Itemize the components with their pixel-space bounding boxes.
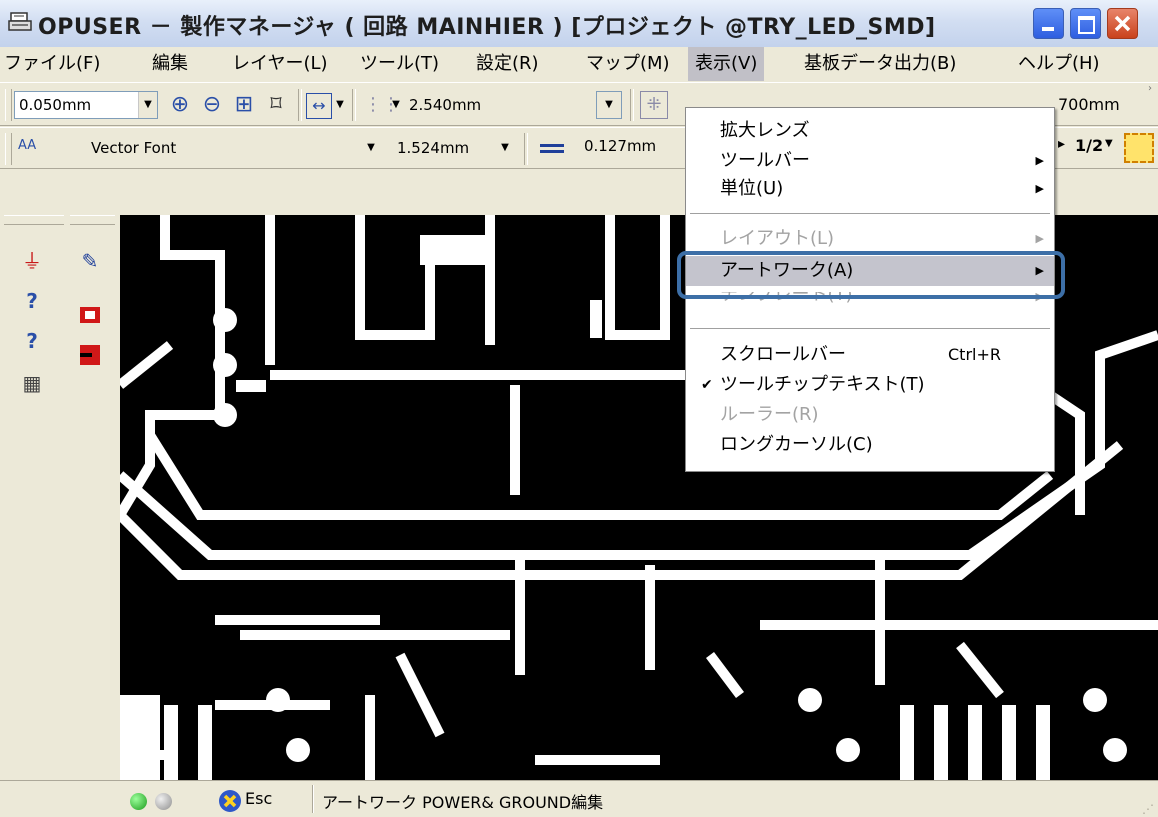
menu-item-label: スクロールバー [720, 344, 846, 365]
submenu-arrow-icon: ▶ [1035, 232, 1044, 245]
fit-icon[interactable]: ↔ [306, 93, 332, 119]
status-separator [312, 785, 314, 813]
menu-view[interactable]: 表示(V) [688, 47, 765, 81]
toolbar-grip[interactable] [5, 89, 12, 121]
window-title: OPUSER － 製作マネージャ ( 回路 MAINHIER ) [プロジェクト… [38, 15, 936, 40]
menu-item-label: レイアウト(L) [720, 228, 835, 249]
close-icon [1114, 15, 1131, 32]
menu-item-toolbar[interactable]: ツールバー ▶ [686, 146, 1054, 176]
zoom-area-icon[interactable]: ⌑ [262, 91, 290, 119]
menu-item-label: ルーラー(R) [720, 404, 819, 425]
font-combo-value: Vector Font [91, 139, 177, 157]
component-icon[interactable] [76, 301, 104, 329]
pad-icon[interactable] [76, 341, 104, 369]
minimize-button[interactable] [1033, 8, 1064, 39]
palette-grip[interactable] [70, 215, 115, 225]
led-green-icon [130, 793, 147, 810]
maximize-icon [1078, 16, 1095, 34]
toolbar-separator [630, 89, 634, 121]
select-area-icon[interactable] [1124, 133, 1154, 163]
menu-item-label: 拡大レンズ [720, 120, 810, 141]
menu-separator [690, 328, 1050, 330]
font-dropdown-icon[interactable]: ▼ [364, 134, 378, 162]
snap-combo[interactable]: 2.540mm [404, 91, 514, 119]
status-bar: Esc アートワーク POWER& GROUND編集 ⋰ [0, 780, 1158, 817]
grid-combo[interactable]: 0.050mm ▼ [14, 91, 158, 119]
zoom-in-icon[interactable]: ⊕ [166, 91, 194, 119]
text-size-value: 1.524mm [397, 139, 470, 157]
route-icon[interactable]: ⏚ [18, 247, 46, 275]
close-button[interactable] [1107, 8, 1138, 39]
fraction-value[interactable]: 1/2 [1075, 136, 1103, 155]
menu-item-label: ロングカーソル(C) [720, 434, 873, 455]
snap-combo-arrow[interactable]: ▼ [596, 91, 622, 119]
line-width-icon[interactable] [538, 134, 566, 162]
menu-tool[interactable]: ツール(T) [360, 47, 439, 81]
query-list-icon[interactable]: ? [18, 327, 46, 355]
toolbar-overflow-icon[interactable]: › [1148, 83, 1152, 94]
resize-grip-icon[interactable]: ⋰ [1142, 802, 1154, 816]
maximize-button[interactable] [1070, 8, 1101, 39]
menu-item-label: ツールバー [720, 150, 810, 171]
zoom-out-icon[interactable]: ⊖ [198, 91, 226, 119]
menu-item-unit[interactable]: 単位(U) ▶ [686, 174, 1054, 204]
menu-item-scrollbar[interactable]: スクロールバー Ctrl+R [686, 340, 1054, 370]
size-dropdown-icon[interactable]: ▼ [498, 134, 512, 162]
toolbar-separator [524, 133, 528, 165]
grid-dropdown-icon[interactable]: ▼ [390, 91, 402, 119]
font-combo[interactable]: Vector Font [86, 134, 388, 162]
menu-item-label: ツールチップテキスト(T) [720, 374, 925, 395]
tool-palette: ⏚ ? ? ▦ ✎ [0, 169, 120, 780]
toolbar-separator [352, 89, 356, 121]
zoom-window-icon[interactable]: ⊞ [230, 91, 258, 119]
led-gray-icon [155, 793, 172, 810]
menu-map[interactable]: マップ(M) [586, 47, 670, 81]
highlight-annotation [677, 251, 1065, 299]
app-printer-icon [8, 12, 32, 31]
fraction-dropdown-icon[interactable]: ▼ [1105, 138, 1113, 149]
grid-display-icon[interactable]: ⁜ [640, 91, 668, 119]
chevron-down-icon[interactable]: ▼ [138, 92, 157, 118]
chevron-down-icon[interactable]: ▼ [597, 92, 621, 118]
menu-item-magnifier[interactable]: 拡大レンズ [686, 116, 1054, 146]
grid-combo-value: 0.050mm [19, 96, 92, 114]
menu-item-tooltip-text[interactable]: ✔ ツールチップテキスト(T) [686, 370, 1054, 400]
font-icon: AA [18, 138, 37, 153]
menu-item-label: 単位(U) [720, 178, 784, 199]
right-value: 700mm [1058, 95, 1120, 114]
fit-dropdown-icon[interactable]: ▼ [334, 91, 346, 119]
toolbar-grip[interactable] [5, 133, 12, 165]
menu-item-long-cursor[interactable]: ロングカーソル(C) [686, 430, 1054, 460]
hatch-icon[interactable]: ▦ [18, 369, 46, 397]
menu-item-shortcut: Ctrl+R [948, 345, 1001, 364]
menu-item-layout[interactable]: レイアウト(L) ▶ [686, 224, 1054, 254]
grid-icon[interactable]: ⋮⋮ [364, 91, 400, 119]
snap-combo-value: 2.540mm [409, 96, 482, 114]
line-width-value: 0.127mm [584, 137, 657, 155]
menu-file[interactable]: ファイル(F) [4, 47, 100, 81]
palette-grip[interactable] [4, 215, 64, 225]
pen-icon[interactable]: ✎ [76, 247, 104, 275]
submenu-arrow-icon: ▶ [1035, 182, 1044, 195]
checkmark-icon: ✔ [701, 377, 713, 393]
esc-label[interactable]: Esc [245, 789, 272, 808]
menu-board-output[interactable]: 基板データ出力(B) [804, 47, 956, 81]
title-bar[interactable]: OPUSER － 製作マネージャ ( 回路 MAINHIER ) [プロジェクト… [0, 0, 1158, 48]
menu-edit[interactable]: 編集 [152, 47, 188, 81]
menu-separator [690, 213, 1050, 215]
minimize-icon [1042, 27, 1054, 31]
status-message: アートワーク POWER& GROUND編集 [322, 793, 604, 812]
submenu-arrow-hint: ▸ [1058, 136, 1066, 152]
menu-help[interactable]: ヘルプ(H) [1018, 47, 1100, 81]
menu-item-ruler[interactable]: ルーラー(R) [686, 400, 1054, 430]
esc-icon[interactable] [219, 790, 241, 812]
query-pin-icon[interactable]: ? [18, 287, 46, 315]
menu-layer[interactable]: レイヤー(L) [232, 47, 328, 81]
menu-bar: ファイル(F) 編集 レイヤー(L) ツール(T) 設定(R) マップ(M) 表… [0, 47, 1158, 81]
text-size-combo[interactable]: 1.524mm [392, 134, 514, 162]
application-window: OPUSER － 製作マネージャ ( 回路 MAINHIER ) [プロジェクト… [0, 0, 1158, 817]
toolbar-separator [298, 89, 302, 121]
menu-settings[interactable]: 設定(R) [476, 47, 539, 81]
submenu-arrow-icon: ▶ [1035, 154, 1044, 167]
